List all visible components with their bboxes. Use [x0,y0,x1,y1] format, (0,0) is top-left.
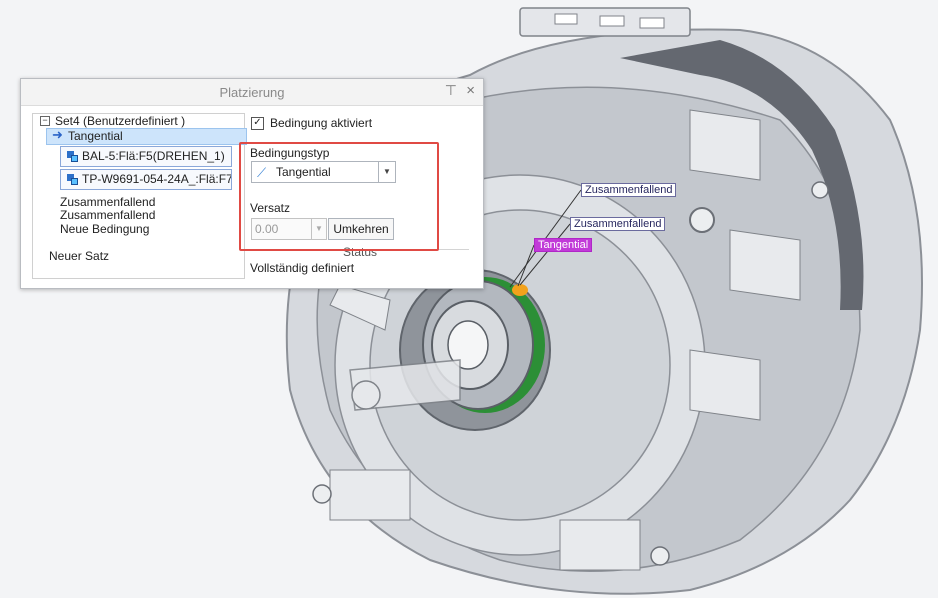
new-constraint[interactable]: Neue Bedingung [60,222,149,236]
collapse-icon[interactable]: − [40,116,50,126]
close-icon[interactable]: × [466,82,475,99]
constraint-tangential[interactable]: Tangential [68,129,123,143]
callout-zusammenfallend-2[interactable]: Zusammenfallend [570,217,666,231]
surface-ref-icon [67,151,78,162]
constraint-zusammenfallend-1[interactable]: Zusammenfallend [60,195,155,209]
constraint-enabled-label: Bedingung aktiviert [270,116,373,130]
dialog-title: Platzierung [219,85,285,100]
dialog-titlebar[interactable]: Platzierung ⊤ × [21,79,483,106]
set-label[interactable]: Set4 (Benutzerdefiniert ) [55,114,185,128]
highlight-frame [239,142,439,251]
constraint-zusammenfallend-2[interactable]: Zusammenfallend [60,208,155,222]
surface-ref-icon [67,174,78,185]
callout-tangential[interactable]: Tangential [534,238,593,252]
placement-dialog: Platzierung ⊤ × − Set4 (Benutzerdefinier… [20,78,484,289]
arrow-right-icon: ➜ [52,127,63,142]
constraint-tree: − Set4 (Benutzerdefiniert ) ➜ Tangential… [32,113,247,279]
callout-zusammenfallend-1[interactable]: Zusammenfallend [581,183,677,197]
reference-2[interactable]: TP-W9691-054-24A_:Flä:F7( [60,169,232,190]
pin-icon[interactable]: ⊤ [445,82,457,99]
status-value: Vollständig definiert [250,261,355,275]
reference-1[interactable]: BAL-5:Flä:F5(DREHEN_1) [60,146,232,167]
constraint-enabled-checkbox[interactable]: ✓ [251,117,264,130]
new-set[interactable]: Neuer Satz [49,249,109,263]
